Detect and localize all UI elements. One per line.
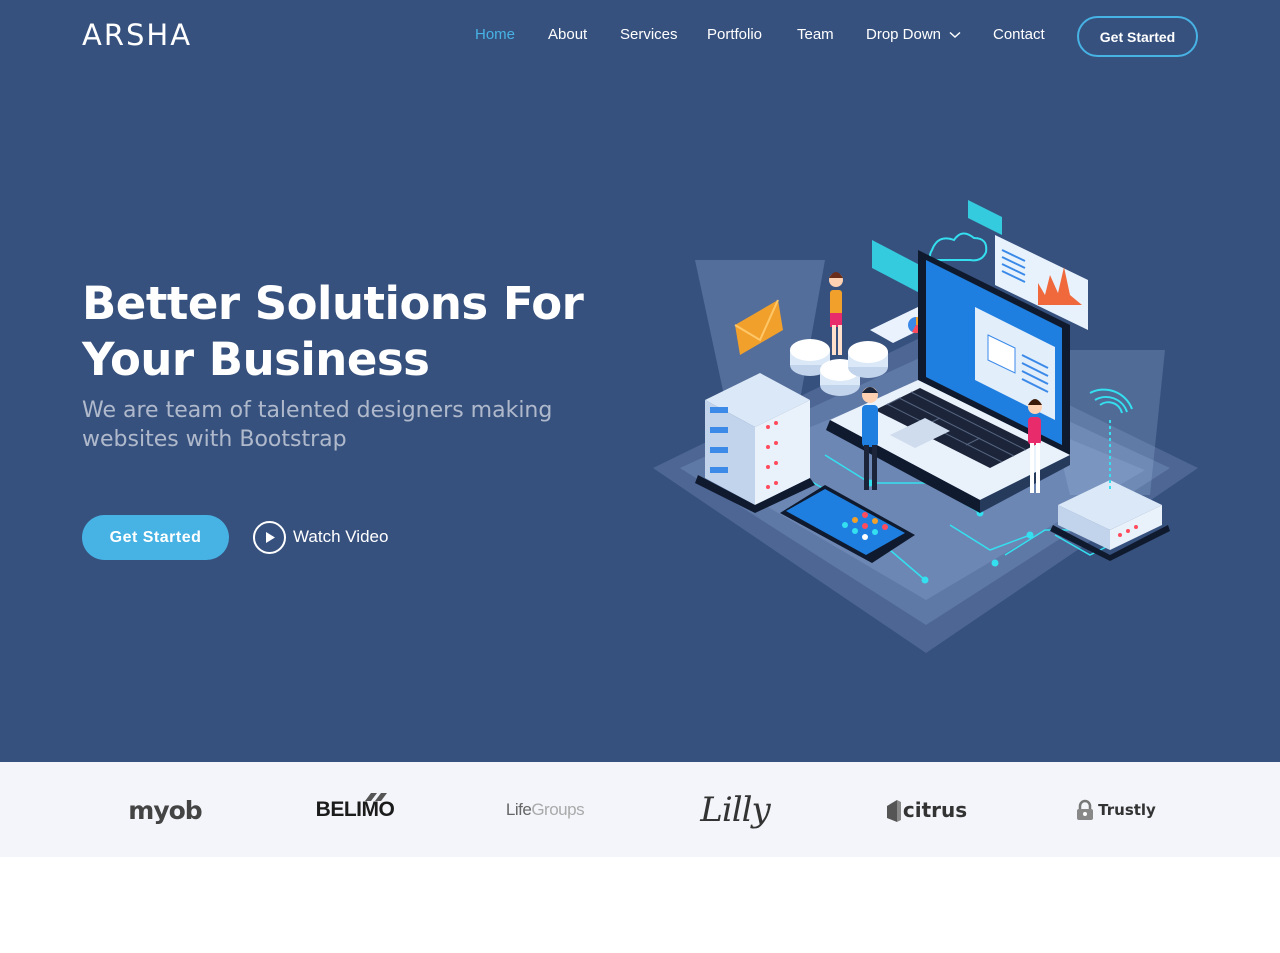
nav-contact[interactable]: Contact	[993, 26, 1045, 43]
nav-about[interactable]: About	[548, 26, 587, 43]
trustly-lock-icon	[1077, 799, 1094, 820]
watch-video-link[interactable]: Watch Video	[253, 520, 388, 554]
nav-team[interactable]: Team	[797, 26, 834, 43]
hero-get-started-button[interactable]: Get Started	[82, 515, 229, 560]
chevron-down-icon	[949, 31, 961, 39]
site-logo[interactable]: ARSHA	[82, 18, 192, 52]
client-myob-text: myob	[128, 795, 202, 825]
hero-title-line1: Better Solutions For	[82, 277, 584, 330]
citrus-mark-icon	[886, 800, 901, 822]
watch-video-label: Watch Video	[293, 527, 389, 546]
client-lifegroups-part1: Life	[505, 800, 532, 819]
client-citrus-text: citrus	[902, 798, 968, 822]
hero-subtitle: We are team of talented designers making…	[82, 398, 553, 452]
header-get-started-button[interactable]: Get Started	[1077, 16, 1198, 57]
hero-title-line2: Your Business	[82, 333, 430, 386]
hero-illustration	[653, 200, 1198, 653]
nav-dropdown[interactable]: Drop Down	[866, 26, 961, 43]
client-logo-lifegroups[interactable]: LifeGroups	[490, 790, 600, 830]
nav-services[interactable]: Services	[620, 26, 678, 43]
play-icon	[253, 520, 286, 554]
client-logo-trustly[interactable]: Trustly	[1060, 790, 1170, 830]
nav-home[interactable]: Home	[475, 26, 515, 43]
nav-dropdown-label: Drop Down	[866, 26, 942, 43]
belimo-mark-icon	[365, 793, 387, 801]
client-lilly-text: Lilly	[700, 790, 770, 830]
clients-section: myob BELIMO LifeGroups Lilly citrus Trus…	[0, 762, 1280, 857]
nav-portfolio[interactable]: Portfolio	[707, 26, 762, 43]
hero-title: Better Solutions For Your Business	[82, 276, 642, 388]
client-trustly-text: Trustly	[1098, 801, 1156, 819]
client-logo-lilly[interactable]: Lilly	[680, 790, 790, 830]
client-logo-belimo[interactable]: BELIMO	[305, 790, 405, 830]
client-logo-myob[interactable]: myob	[120, 790, 210, 830]
hero-section: ARSHA Home About Services Portfolio Team…	[0, 0, 1280, 762]
client-logo-citrus[interactable]: citrus	[870, 790, 980, 830]
client-lifegroups-part2: Groups	[531, 800, 585, 819]
